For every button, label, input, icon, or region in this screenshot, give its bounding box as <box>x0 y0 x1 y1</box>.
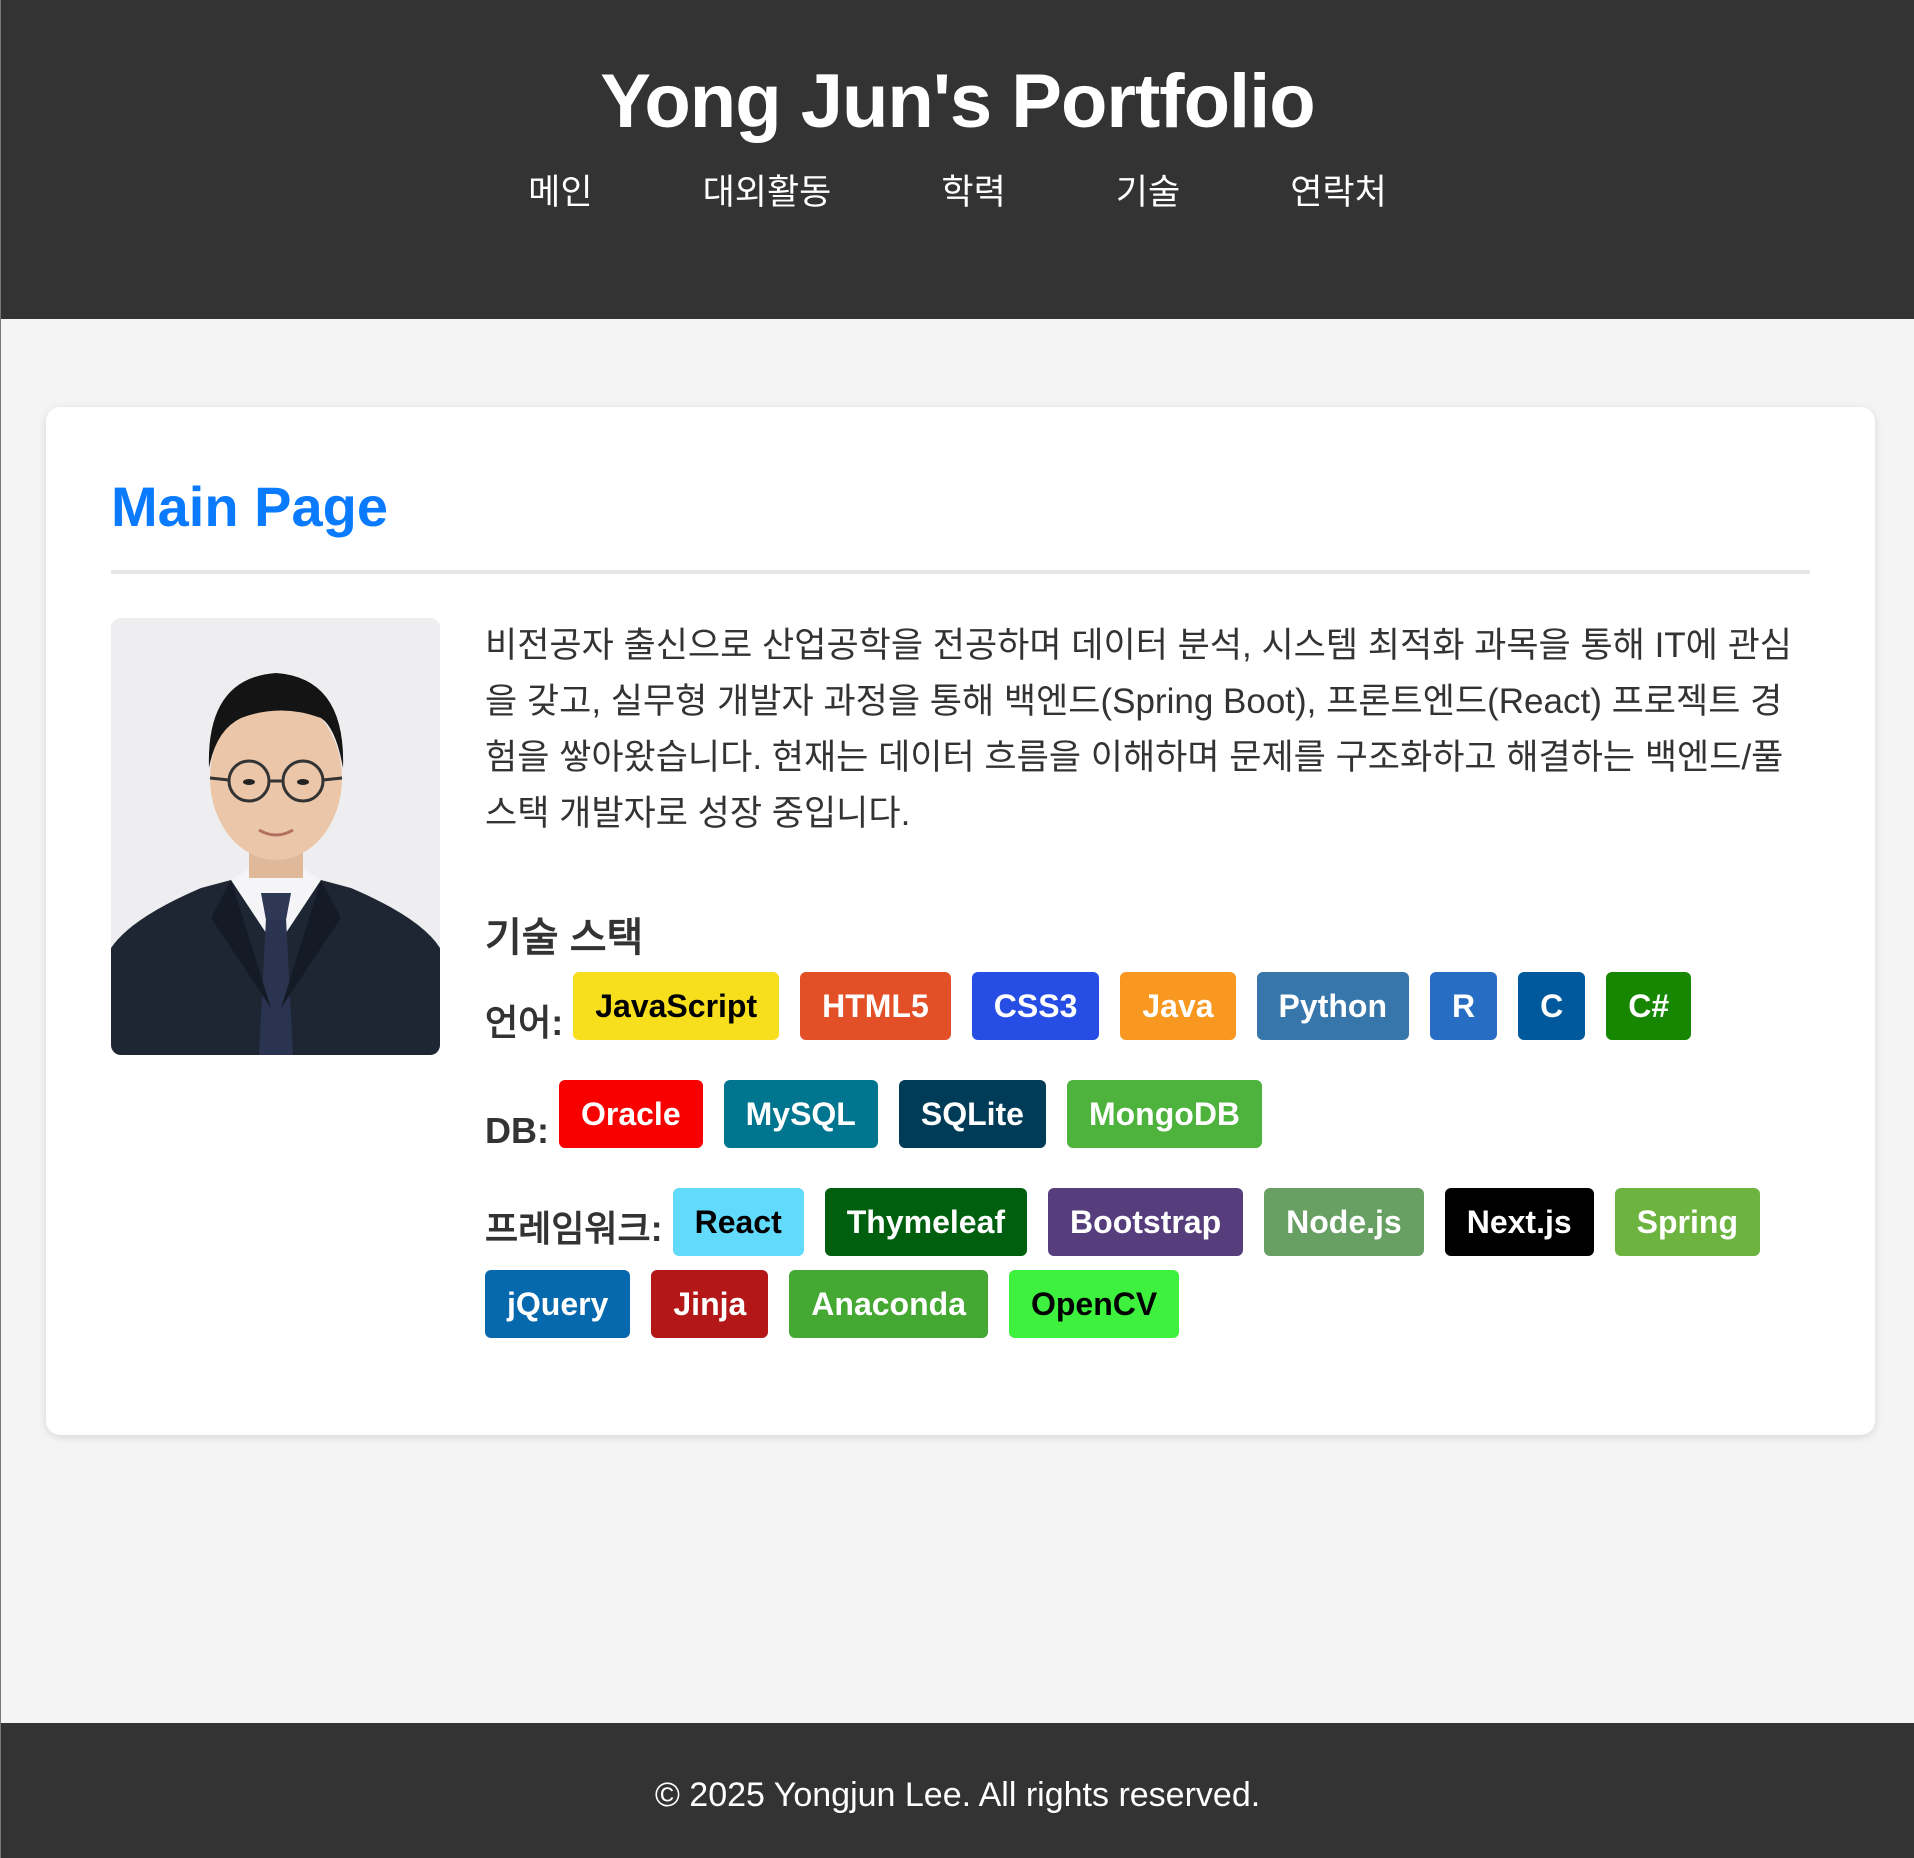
db-row: DB: Oracle MySQL SQLite MongoDB <box>485 1080 1805 1182</box>
badge-spring: Spring <box>1614 1188 1760 1256</box>
badge-jinja: Jinja <box>651 1270 769 1338</box>
nav-education[interactable]: 학력 <box>941 168 1005 218</box>
content-area: 비전공자 출신으로 산업공학을 전공하며 데이터 분석, 시스템 최적화 과목을… <box>111 618 1810 1352</box>
profile-photo <box>111 618 440 1055</box>
site-title: Yong Jun's Portfolio <box>600 59 1315 144</box>
nav-contact[interactable]: 연락처 <box>1290 168 1387 218</box>
tech-stack-title: 기술 스택 <box>485 916 644 960</box>
badge-node-js: Node.js <box>1264 1188 1424 1256</box>
badge-python: Python <box>1256 972 1409 1040</box>
site-footer: © 2025 Yongjun Lee. All rights reserved. <box>1 1723 1914 1858</box>
site-header: Yong Jun's Portfolio 메인 대외활동 학력 기술 연락처 <box>1 0 1914 319</box>
badge-mysql: MySQL <box>723 1080 878 1148</box>
languages-row: 언어: JavaScript HTML5 CSS3 Java Python R C C# <box>485 972 1805 1074</box>
badge-html5: HTML5 <box>800 972 951 1040</box>
frameworks-label: 프레임워크: <box>485 1208 663 1249</box>
badge-java: Java <box>1120 972 1236 1040</box>
nav-activities[interactable]: 대외활동 <box>703 168 832 218</box>
db-label: DB: <box>485 1110 549 1151</box>
main-card: Main Page 비전공자 출신으로 산업공학을 전공하며 데이터 분석, 시… <box>46 407 1875 1435</box>
badge-javascript: JavaScript <box>573 972 780 1040</box>
nav-skills[interactable]: 기술 <box>1116 168 1180 218</box>
badge-mongodb: MongoDB <box>1066 1080 1263 1148</box>
badge-css3: CSS3 <box>971 972 1100 1040</box>
badge-c: C <box>1518 972 1586 1040</box>
badge-anaconda: Anaconda <box>789 1270 988 1338</box>
section-title: Main Page <box>111 472 1810 574</box>
badge-bootstrap: Bootstrap <box>1048 1188 1244 1256</box>
copyright-text: © 2025 Yongjun Lee. All rights reserved. <box>654 1776 1261 1814</box>
badge-oracle: Oracle <box>558 1080 703 1148</box>
badge-c: C# <box>1606 972 1692 1040</box>
badge-sqlite: SQLite <box>898 1080 1046 1148</box>
badge-react: React <box>672 1188 804 1256</box>
main-nav: 메인 대외활동 학력 기술 연락처 <box>1 168 1914 218</box>
badge-r: R <box>1429 972 1498 1040</box>
profile-photo-illustration <box>111 618 440 1055</box>
badge-opencv: OpenCV <box>1008 1270 1180 1338</box>
nav-main[interactable]: 메인 <box>528 168 592 218</box>
badge-thymeleaf: Thymeleaf <box>824 1188 1028 1256</box>
intro-text: 비전공자 출신으로 산업공학을 전공하며 데이터 분석, 시스템 최적화 과목을… <box>485 626 1792 833</box>
badge-jquery: jQuery <box>485 1270 631 1338</box>
badge-next-js: Next.js <box>1444 1188 1594 1256</box>
frameworks-row: 프레임워크: React Thymeleaf Bootstrap Node.js Nex… <box>485 1188 1805 1352</box>
profile-details: 비전공자 출신으로 산업공학을 전공하며 데이터 분석, 시스템 최적화 과목을… <box>485 618 1805 1352</box>
languages-label: 언어: <box>485 1002 564 1043</box>
